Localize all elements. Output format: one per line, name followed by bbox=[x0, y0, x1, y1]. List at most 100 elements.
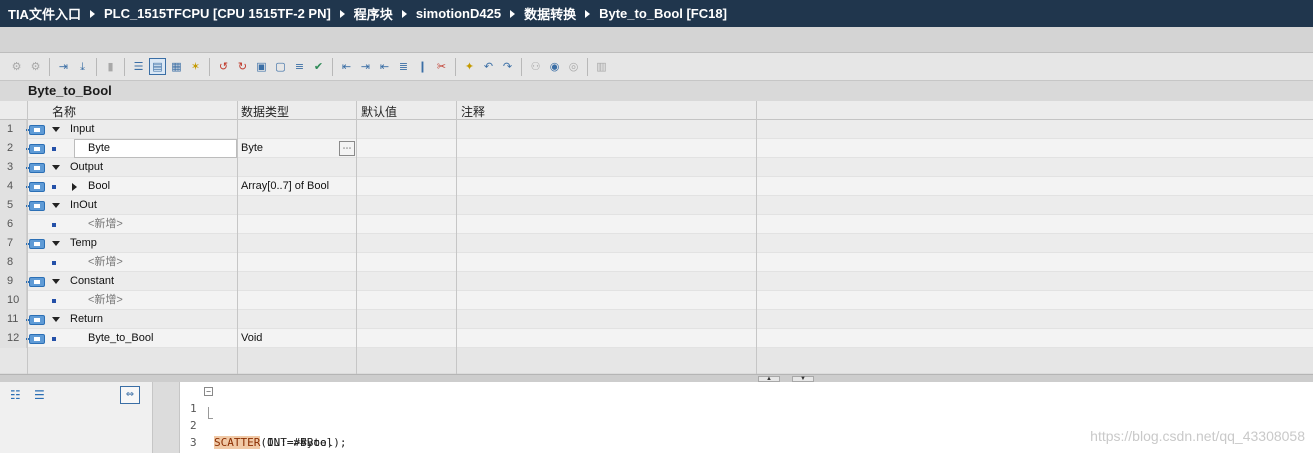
table-row[interactable]: 6 <新增> bbox=[0, 215, 1313, 234]
parameter-datatype[interactable]: Void bbox=[241, 329, 262, 348]
expand-toggle-icon[interactable] bbox=[52, 203, 60, 208]
expand-toggle-icon[interactable] bbox=[52, 165, 60, 170]
parameter-name[interactable]: Return bbox=[70, 310, 103, 329]
datatype-picker-button[interactable]: ⋯ bbox=[339, 141, 355, 156]
breadcrumb-item-subfolder[interactable]: 数据转换 bbox=[524, 4, 576, 23]
export-icon[interactable]: ⇥ bbox=[55, 58, 72, 75]
parameter-datatype[interactable]: Byte bbox=[241, 139, 263, 158]
column-divider bbox=[456, 101, 457, 374]
column-divider bbox=[237, 101, 238, 374]
table-row[interactable]: 12 Byte_to_Bool Void bbox=[0, 329, 1313, 348]
code-line[interactable]: 1 − SCATTER(IN:=#Byte, bbox=[180, 383, 780, 449]
decrease-indent-icon[interactable]: ⇤ bbox=[376, 58, 393, 75]
breadcrumb-item-project[interactable]: TIA文件入口 bbox=[8, 4, 81, 23]
interface-view-icon[interactable]: ▤ bbox=[149, 58, 166, 75]
row-number[interactable]: 12 bbox=[0, 329, 27, 348]
remove-bookmark-icon[interactable]: ✂ bbox=[433, 58, 450, 75]
toolbar-separator bbox=[587, 57, 588, 76]
comment-icon[interactable]: ▣ bbox=[253, 58, 270, 75]
table-row[interactable]: 8 <新增> bbox=[0, 253, 1313, 272]
row-number[interactable]: 9 bbox=[0, 272, 27, 291]
row-number[interactable]: 11 bbox=[0, 310, 27, 329]
block-overview-icon[interactable]: ▦ bbox=[168, 58, 185, 75]
column-divider bbox=[756, 101, 757, 374]
add-row-icon[interactable]: ⚙ bbox=[27, 58, 44, 75]
bookmark-icon[interactable]: ❙ bbox=[414, 58, 431, 75]
add-new-placeholder[interactable]: <新增> bbox=[88, 215, 123, 234]
table-row[interactable]: 5 InOut bbox=[0, 196, 1313, 215]
breadcrumb-item-program-blocks[interactable]: 程序块 bbox=[354, 4, 393, 23]
row-number[interactable]: 8 bbox=[0, 253, 27, 272]
parameter-name[interactable]: Byte_to_Bool bbox=[88, 329, 153, 348]
favorites-list-icon[interactable]: ☰ bbox=[34, 388, 45, 402]
uncomment-icon[interactable]: ▢ bbox=[272, 58, 289, 75]
table-row[interactable]: 11 Return bbox=[0, 310, 1313, 329]
table-row[interactable]: 7 Temp bbox=[0, 234, 1313, 253]
expand-toggle-icon[interactable] bbox=[52, 127, 60, 132]
row-number[interactable]: 3 bbox=[0, 158, 27, 177]
row-number[interactable]: 10 bbox=[0, 291, 27, 310]
table-row[interactable]: 3 Output bbox=[0, 158, 1313, 177]
expand-toggle-icon[interactable] bbox=[52, 241, 60, 246]
scl-code-editor[interactable]: 1 − SCATTER(IN:=#Byte, 2 OUT=>#Bool); 3 … bbox=[180, 382, 1313, 453]
table-row[interactable]: 4 Bool Array[0..7] of Bool bbox=[0, 177, 1313, 196]
table-row[interactable]: 10 <新增> bbox=[0, 291, 1313, 310]
add-new-placeholder[interactable]: <新增> bbox=[88, 253, 123, 272]
table-row[interactable]: 9 Constant bbox=[0, 272, 1313, 291]
list-view-icon[interactable]: ☰ bbox=[130, 58, 147, 75]
delete-network-icon[interactable]: ↻ bbox=[234, 58, 251, 75]
parameter-datatype[interactable]: Array[0..7] of Bool bbox=[241, 177, 329, 196]
set-bookmark-icon[interactable]: ✦ bbox=[461, 58, 478, 75]
pane-splitter[interactable]: ▲ ▼ bbox=[0, 374, 1313, 382]
table-row[interactable]: 2 ⋯ Byte Byte bbox=[0, 139, 1313, 158]
code-line[interactable]: 3 bbox=[180, 417, 780, 449]
expand-array-icon[interactable] bbox=[72, 183, 77, 191]
breakpoint-icon[interactable]: ◉ bbox=[546, 58, 563, 75]
instruction-list-icon[interactable]: ☷ bbox=[10, 388, 21, 402]
breadcrumb-item-folder[interactable]: simotionD425 bbox=[416, 6, 501, 21]
code-line[interactable]: 4 bbox=[180, 434, 780, 451]
monitor-db-icon[interactable]: ▮ bbox=[102, 58, 119, 75]
column-header-comment[interactable]: 注释 bbox=[461, 103, 485, 120]
breadcrumb-item-plc[interactable]: PLC_1515TFCPU [CPU 1515TF-2 PN] bbox=[104, 6, 331, 21]
row-number[interactable]: 5 bbox=[0, 196, 27, 215]
align-icon[interactable]: ≣ bbox=[395, 58, 412, 75]
column-header-default[interactable]: 默认值 bbox=[361, 103, 397, 120]
column-header-name[interactable]: 名称 bbox=[52, 103, 76, 120]
goto-prev-icon[interactable]: ⇤ bbox=[338, 58, 355, 75]
indent-icon[interactable]: ≡ bbox=[291, 58, 308, 75]
parameter-name[interactable]: Temp bbox=[70, 234, 97, 253]
clear-icon[interactable]: ↺ bbox=[215, 58, 232, 75]
parameter-name[interactable]: Byte bbox=[88, 139, 110, 158]
parameter-name[interactable]: Constant bbox=[70, 272, 114, 291]
watch-table-icon[interactable]: ▥ bbox=[593, 58, 610, 75]
add-new-placeholder[interactable]: <新增> bbox=[88, 291, 123, 310]
code-line[interactable]: 2 OUT=>#Bool); bbox=[180, 400, 780, 449]
check-icon[interactable]: ✔ bbox=[310, 58, 327, 75]
row-number[interactable]: 6 bbox=[0, 215, 27, 234]
table-header: 名称 数据类型 默认值 注释 bbox=[0, 101, 1313, 120]
breadcrumb-item-block[interactable]: Byte_to_Bool [FC18] bbox=[599, 6, 727, 21]
next-bookmark-icon[interactable]: ↷ bbox=[499, 58, 516, 75]
row-number[interactable]: 1 bbox=[0, 120, 27, 139]
row-number[interactable]: 2 bbox=[0, 139, 27, 158]
expand-toggle-icon[interactable] bbox=[52, 317, 60, 322]
parameter-name[interactable]: Bool bbox=[88, 177, 110, 196]
row-number[interactable]: 7 bbox=[0, 234, 27, 253]
parameter-name[interactable]: Input bbox=[70, 120, 94, 139]
step-icon[interactable]: ◎ bbox=[565, 58, 582, 75]
row-number[interactable]: 4 bbox=[0, 177, 27, 196]
toggle-width-button[interactable]: ⇔ bbox=[120, 386, 140, 404]
monitoring-icon[interactable]: ⚇ bbox=[527, 58, 544, 75]
insert-row-icon[interactable]: ⚙ bbox=[8, 58, 25, 75]
fold-toggle-icon[interactable]: − bbox=[204, 387, 213, 396]
parameter-name[interactable]: Output bbox=[70, 158, 103, 177]
previous-bookmark-icon[interactable]: ↶ bbox=[480, 58, 497, 75]
parameter-name[interactable]: InOut bbox=[70, 196, 97, 215]
download-icon[interactable]: ⤓ bbox=[74, 58, 91, 75]
increase-indent-icon[interactable]: ⇥ bbox=[357, 58, 374, 75]
table-row[interactable]: 1 Input bbox=[0, 120, 1313, 139]
column-header-datatype[interactable]: 数据类型 bbox=[241, 103, 289, 120]
wizard-icon[interactable]: ✶ bbox=[187, 58, 204, 75]
expand-toggle-icon[interactable] bbox=[52, 279, 60, 284]
